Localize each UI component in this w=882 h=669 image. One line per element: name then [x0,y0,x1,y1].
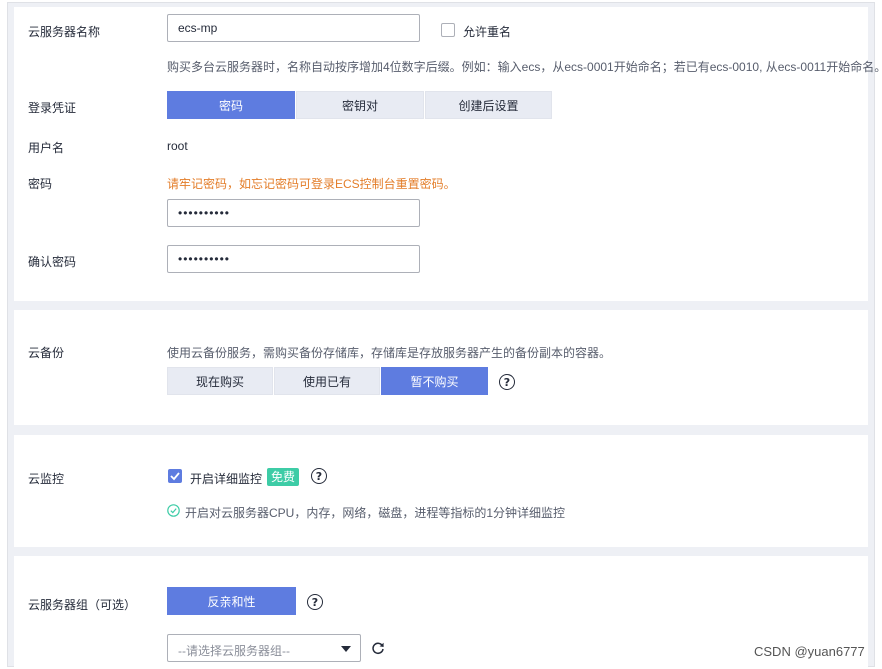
server-group-label: 云服务器组（可选） [28,598,137,612]
backup-option-buy-now[interactable]: 现在购买 [167,367,273,395]
detail-monitor-checkbox[interactable] [168,469,182,483]
backup-label: 云备份 [28,346,65,360]
monitor-section: 云监控 开启详细监控 免费 ? 开启对云服务器CPU，内存，网络，磁盘，进程等指… [14,435,868,547]
server-name-label: 云服务器名称 [28,25,101,39]
login-option-password[interactable]: 密码 [167,91,295,119]
watermark: CSDN @yuan6777 [754,644,865,659]
password-input[interactable] [167,199,420,227]
anti-affinity-button[interactable]: 反亲和性 [167,587,296,615]
server-group-select-placeholder: --请选择云服务器组-- [178,644,290,658]
backup-help-icon[interactable]: ? [499,374,515,390]
server-name-hint: 购买多台云服务器时，名称自动按序增加4位数字后缀。例如：输入ecs，从ecs-0… [167,60,882,74]
login-credential-label: 登录凭证 [28,101,77,115]
username-value: root [167,139,188,153]
refresh-icon[interactable] [371,641,385,655]
login-option-keypair[interactable]: 密钥对 [296,91,424,119]
server-group-select[interactable]: --请选择云服务器组-- [167,634,361,662]
free-badge: 免费 [267,468,300,486]
server-group-help-icon[interactable]: ? [307,594,323,610]
detail-monitor-label: 开启详细监控 [190,472,263,486]
backup-option-skip[interactable]: 暂不购买 [381,367,488,395]
password-label: 密码 [28,177,53,191]
monitor-note: 开启对云服务器CPU，内存，网络，磁盘，进程等指标的1分钟详细监控 [185,506,566,520]
basic-info-section: 云服务器名称 允许重名 购买多台云服务器时，名称自动按序增加4位数字后缀。例如：… [14,7,882,301]
check-circle-icon [167,504,180,517]
server-name-input[interactable] [167,14,420,42]
form-frame: 云服务器名称 允许重名 购买多台云服务器时，名称自动按序增加4位数字后缀。例如：… [7,2,882,668]
confirm-password-label: 确认密码 [28,255,77,269]
backup-hint: 使用云备份服务，需购买备份存储库，存储库是存放服务器产生的备份副本的容器。 [167,346,612,360]
checkmark-icon [170,472,180,481]
confirm-password-input[interactable] [167,245,420,273]
monitor-help-icon[interactable]: ? [311,468,327,484]
backup-section: 云备份 使用云备份服务，需购买备份存储库，存储库是存放服务器产生的备份副本的容器… [14,310,868,425]
server-group-section: 云服务器组（可选） 反亲和性 ? --请选择云服务器组-- [14,556,868,668]
login-option-set-later[interactable]: 创建后设置 [425,91,552,119]
monitor-label: 云监控 [28,472,65,486]
password-warning: 请牢记密码，如忘记密码可登录ECS控制台重置密码。 [167,177,456,191]
backup-option-use-existing[interactable]: 使用已有 [274,367,380,395]
username-label: 用户名 [28,141,65,155]
allow-duplicate-checkbox[interactable] [441,23,455,37]
allow-duplicate-label: 允许重名 [463,25,512,39]
caret-down-icon [341,646,351,652]
